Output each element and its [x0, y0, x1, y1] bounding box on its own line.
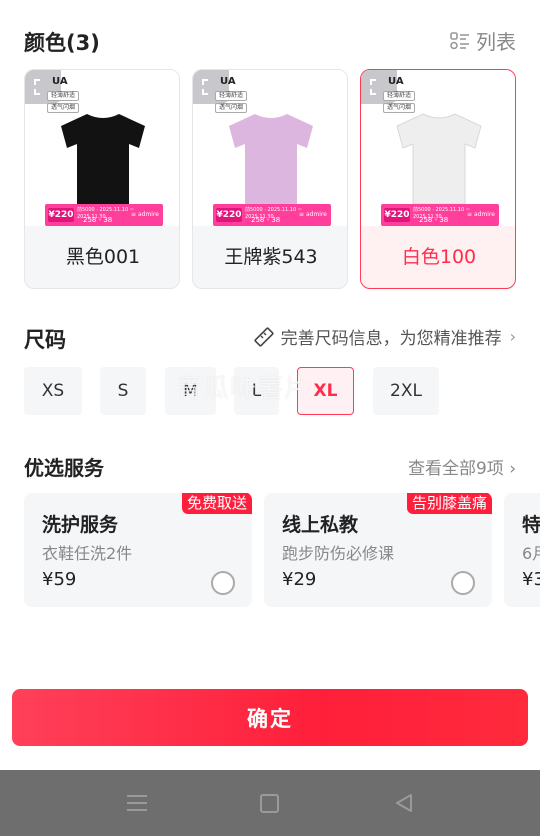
color-options: UA 轻薄舒适 透气闪烟 ¥220 前5000 · 2025.11.10 ~ 2…: [24, 69, 516, 289]
menu-icon[interactable]: [125, 792, 149, 814]
service-desc: 6月: [522, 544, 540, 563]
promo-price: ¥220: [48, 208, 74, 222]
service-select-radio[interactable]: [211, 571, 235, 595]
promo-banner: ¥220 前5000 · 2025.11.10 ~ 2025.11.30 258…: [45, 204, 163, 226]
promo-price: ¥220: [216, 208, 242, 222]
promo-logo: ≡ admire: [131, 211, 159, 218]
brand-logo: UA: [220, 76, 236, 87]
size-section-title: 尺码: [24, 328, 66, 352]
product-image: UA 轻薄舒适 透气闪烟 ¥220 前5000 · 2025.11.10 ~ 2…: [361, 70, 515, 226]
feature-tag: 轻薄舒适: [47, 91, 80, 101]
back-icon[interactable]: [392, 792, 416, 814]
size-option-s[interactable]: S: [100, 367, 146, 415]
brand-logo: UA: [388, 76, 404, 87]
size-options: XS S M L XL 2XL: [24, 367, 516, 415]
list-view-toggle[interactable]: 列表: [450, 26, 516, 55]
services-carousel[interactable]: 免费取送 洗护服务 衣鞋任洗2件 ¥59 告别膝盖痛 线上私教 跑步防伤必修课 …: [24, 493, 540, 607]
size-option-l[interactable]: L: [234, 367, 279, 415]
tshirt-image: [396, 113, 482, 204]
service-card-coaching[interactable]: 告别膝盖痛 线上私教 跑步防伤必修课 ¥29: [264, 493, 492, 607]
size-option-m[interactable]: M: [165, 367, 216, 415]
chevron-right-icon: ›: [509, 327, 516, 346]
color-card-white[interactable]: UA 轻薄舒适 透气闪烟 ¥220 前5000 · 2025.11.10 ~ 2…: [360, 69, 516, 289]
promo-price: ¥220: [384, 208, 410, 222]
color-label: 王牌紫543: [224, 246, 318, 268]
service-card-laundry[interactable]: 免费取送 洗护服务 衣鞋任洗2件 ¥59: [24, 493, 252, 607]
tshirt-shape: [396, 113, 482, 204]
view-all-services-link[interactable]: 查看全部9项 ›: [408, 454, 516, 479]
services-section-header: 优选服务 查看全部9项 ›: [24, 450, 516, 480]
promo-logo: ≡ admire: [467, 211, 495, 218]
feature-tag: 轻薄舒适: [383, 91, 416, 101]
tshirt-shape: [229, 114, 313, 204]
service-name: 特: [522, 514, 540, 536]
service-select-radio[interactable]: [451, 571, 475, 595]
service-badge: 告别膝盖痛: [406, 493, 492, 514]
service-desc: 跑步防伤必修课: [282, 544, 395, 563]
sku-selector-page: 颜色(3) 列表 UA 轻薄舒适 透气闪烟 ¥220 前5000 · 2025.…: [0, 0, 540, 836]
color-section-title: 颜色(3): [24, 31, 100, 55]
size-option-xs[interactable]: XS: [24, 367, 82, 415]
service-card-partial[interactable]: 特 6月 ¥3: [504, 493, 540, 607]
service-name: 洗护服务: [42, 514, 119, 536]
promo-numbers: 258 - 38: [419, 216, 449, 224]
service-badge: 免费取送: [181, 493, 252, 514]
tshirt-image: [229, 114, 313, 204]
product-image: UA 轻薄舒适 透气闪烟 ¥220 前5000 · 2025.11.10 ~ 2…: [193, 70, 347, 226]
size-option-xl[interactable]: XL: [297, 367, 354, 415]
list-icon: [450, 31, 469, 49]
tshirt-shape: [61, 114, 145, 204]
size-guide-link[interactable]: 完善尺码信息，为您精准推荐 ›: [253, 324, 516, 349]
feature-tag: 轻薄舒适: [215, 91, 248, 101]
service-name: 线上私教: [282, 514, 359, 536]
home-icon[interactable]: [258, 792, 282, 814]
system-nav-bar: [0, 770, 540, 836]
service-price: ¥29: [282, 569, 317, 590]
service-price: ¥3: [522, 569, 540, 590]
promo-banner: ¥220 前5000 · 2025.11.10 ~ 2025.11.30 258…: [381, 204, 499, 226]
confirm-button[interactable]: 确定: [12, 689, 528, 746]
size-section-header: 尺码 完善尺码信息，为您精准推荐 ›: [24, 322, 516, 352]
promo-numbers: 258 - 38: [83, 216, 113, 224]
color-label: 黑色001: [65, 246, 141, 268]
color-label: 白色100: [401, 246, 477, 268]
size-guide-text: 完善尺码信息，为您精准推荐: [280, 329, 502, 349]
ruler-icon: [254, 326, 274, 347]
product-image: UA 轻薄舒适 透气闪烟 ¥220 前5000 · 2025.11.10 ~ 2…: [25, 70, 179, 226]
color-section-header: 颜色(3) 列表: [24, 24, 516, 56]
tshirt-image: [61, 114, 145, 204]
service-price: ¥59: [42, 569, 77, 590]
color-card-purple[interactable]: UA 轻薄舒适 透气闪烟 ¥220 前5000 · 2025.11.10 ~ 2…: [192, 69, 348, 289]
services-section-title: 优选服务: [24, 456, 104, 480]
size-option-2xl[interactable]: 2XL: [373, 367, 439, 415]
promo-logo: ≡ admire: [299, 211, 327, 218]
promo-banner: ¥220 前5000 · 2025.11.10 ~ 2025.11.30 258…: [213, 204, 331, 226]
service-desc: 衣鞋任洗2件: [42, 544, 133, 563]
list-toggle-label: 列表: [476, 30, 516, 54]
promo-numbers: 258 - 38: [251, 216, 281, 224]
brand-logo: UA: [52, 76, 68, 87]
color-card-black[interactable]: UA 轻薄舒适 透气闪烟 ¥220 前5000 · 2025.11.10 ~ 2…: [24, 69, 180, 289]
